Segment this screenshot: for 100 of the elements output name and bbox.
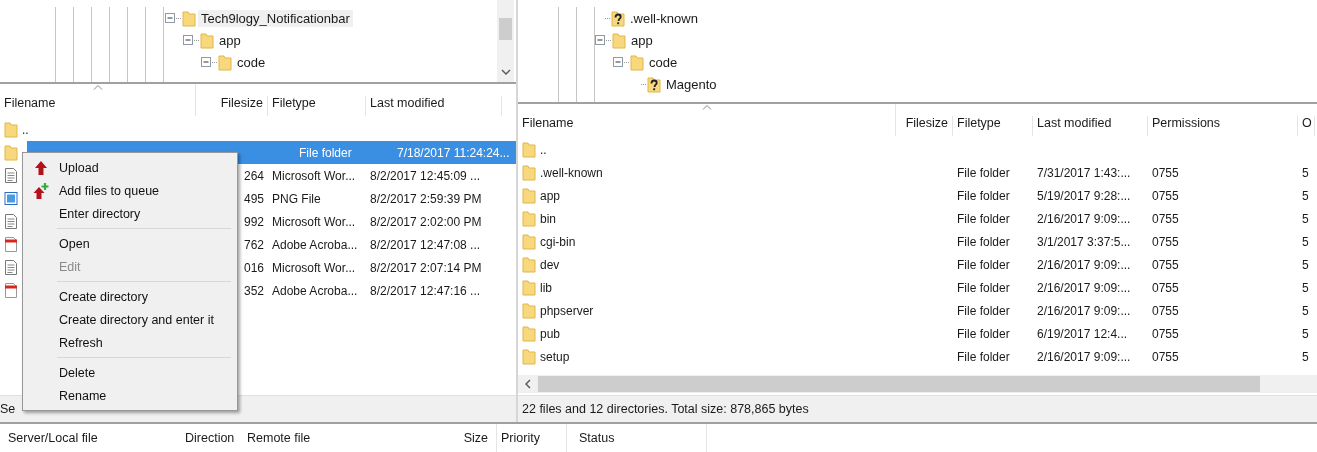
table-cell: 5 bbox=[1302, 165, 1309, 180]
table-cell: 6/19/2017 12:4... bbox=[1037, 326, 1128, 341]
menu-item[interactable]: Create directory bbox=[25, 285, 235, 308]
tree-item[interactable]: app bbox=[216, 31, 244, 49]
horizontal-scrollbar[interactable] bbox=[518, 375, 1317, 393]
menu-item[interactable]: Enter directory bbox=[25, 202, 235, 225]
table-cell: 2/16/2017 9:09:... bbox=[1037, 257, 1131, 272]
menu-item[interactable]: Add files to queue bbox=[25, 179, 235, 202]
column-header[interactable]: Server/Local file bbox=[8, 424, 185, 452]
table-cell: 5 bbox=[1302, 326, 1309, 341]
collapse-icon[interactable] bbox=[183, 34, 194, 46]
collapse-icon[interactable] bbox=[165, 12, 176, 24]
table-cell: File folder bbox=[957, 349, 1010, 364]
tree-item[interactable]: app bbox=[628, 31, 656, 49]
table-cell: 264 bbox=[243, 168, 264, 183]
menu-item[interactable]: Delete bbox=[25, 361, 235, 384]
question-folder-icon bbox=[647, 75, 661, 93]
column-header[interactable]: Filesize bbox=[896, 116, 953, 136]
folder-icon bbox=[4, 121, 18, 138]
column-header[interactable]: Last modified bbox=[366, 96, 502, 116]
tree-item[interactable]: .well-known bbox=[627, 9, 701, 27]
scroll-thumb[interactable] bbox=[499, 18, 512, 40]
tree-item[interactable]: code bbox=[646, 53, 681, 71]
file-name: lib bbox=[540, 280, 552, 295]
column-header[interactable]: Last modified bbox=[1033, 116, 1148, 136]
table-cell: 0755 bbox=[1152, 234, 1179, 249]
tree-item[interactable]: code bbox=[234, 53, 269, 71]
scroll-thumb[interactable] bbox=[538, 376, 1260, 392]
table-cell: 992 bbox=[243, 214, 264, 229]
folder-icon bbox=[522, 325, 536, 342]
tree-item[interactable]: Tech9logy_Notificationbar bbox=[198, 9, 353, 27]
table-cell: File folder bbox=[957, 257, 1010, 272]
table-cell: 0755 bbox=[1152, 257, 1179, 272]
folder-icon bbox=[522, 233, 536, 250]
table-cell: 0755 bbox=[1152, 349, 1179, 364]
table-cell: 0755 bbox=[1152, 303, 1179, 318]
table-cell: 5 bbox=[1302, 188, 1309, 203]
folder-icon bbox=[522, 141, 536, 158]
menu-item[interactable]: Open bbox=[25, 232, 235, 255]
folder-icon bbox=[522, 302, 536, 319]
collapse-icon[interactable] bbox=[613, 56, 624, 68]
table-cell: 8/2/2017 12:47:16 ... bbox=[370, 283, 481, 298]
table-cell: 8/2/2017 12:47:08 ... bbox=[370, 237, 481, 252]
table-cell: File folder bbox=[957, 303, 1010, 318]
column-header[interactable]: Filetype bbox=[953, 116, 1033, 136]
image-file-icon bbox=[4, 190, 18, 207]
folder-icon bbox=[218, 53, 232, 71]
column-header[interactable]: O bbox=[1298, 116, 1315, 136]
table-cell: 0755 bbox=[1152, 165, 1179, 180]
column-header[interactable]: Filesize bbox=[196, 96, 268, 116]
table-cell: 2/16/2017 9:09:... bbox=[1037, 280, 1131, 295]
column-header[interactable]: Status bbox=[567, 424, 707, 452]
tree-item[interactable]: Magento bbox=[663, 75, 720, 93]
table-cell: 2/16/2017 9:09:... bbox=[1037, 211, 1131, 226]
table-cell: 5 bbox=[1302, 257, 1309, 272]
table-cell: File folder bbox=[957, 326, 1010, 341]
folder-icon bbox=[182, 9, 196, 27]
table-cell: Microsoft Wor... bbox=[272, 260, 356, 275]
question-folder-icon bbox=[611, 9, 625, 27]
file-name: app bbox=[540, 188, 561, 203]
table-cell: File folder bbox=[957, 188, 1010, 203]
folder-icon bbox=[522, 164, 536, 181]
column-header[interactable]: Filename bbox=[518, 104, 896, 136]
column-header[interactable]: Permissions bbox=[1148, 116, 1298, 136]
table-cell: 7/31/2017 1:43:... bbox=[1037, 165, 1131, 180]
table-cell: 3/1/2017 3:37:5... bbox=[1037, 234, 1131, 249]
table-cell: Microsoft Wor... bbox=[272, 214, 356, 229]
column-header[interactable]: Size bbox=[437, 424, 497, 452]
column-header[interactable]: Filetype bbox=[268, 96, 366, 116]
folder-icon bbox=[200, 31, 214, 49]
table-cell: Adobe Acroba... bbox=[272, 283, 358, 298]
folder-icon bbox=[522, 348, 536, 365]
menu-item[interactable]: Rename bbox=[25, 384, 235, 407]
table-cell: 7/18/2017 11:24:24... bbox=[397, 145, 510, 160]
collapse-icon[interactable] bbox=[201, 56, 212, 68]
table-cell: 5/19/2017 9:28:... bbox=[1037, 188, 1131, 203]
table-cell: 8/2/2017 2:07:14 PM bbox=[370, 260, 482, 275]
column-header[interactable]: Filename bbox=[0, 84, 196, 116]
column-header[interactable]: Direction bbox=[185, 424, 247, 452]
folder-icon bbox=[522, 279, 536, 296]
table-cell: 0755 bbox=[1152, 280, 1179, 295]
up-arrow-plus-icon bbox=[33, 182, 49, 199]
table-cell: File folder bbox=[957, 211, 1010, 226]
folder-icon bbox=[522, 187, 536, 204]
menu-item[interactable]: Refresh bbox=[25, 331, 235, 354]
column-header[interactable]: Remote file bbox=[247, 424, 437, 452]
pdf-file-icon bbox=[4, 282, 18, 299]
column-header[interactable]: Priority bbox=[497, 424, 567, 452]
table-cell: PNG File bbox=[272, 191, 321, 206]
file-name: .well-known bbox=[540, 165, 603, 180]
file-name: bin bbox=[540, 211, 556, 226]
menu-item[interactable]: Create directory and enter it bbox=[25, 308, 235, 331]
collapse-icon[interactable] bbox=[595, 34, 606, 46]
table-cell: 016 bbox=[243, 260, 264, 275]
table-cell: 762 bbox=[243, 237, 264, 252]
folder-icon bbox=[4, 144, 18, 161]
table-cell: 0755 bbox=[1152, 188, 1179, 203]
table-cell: Adobe Acroba... bbox=[272, 237, 358, 252]
vertical-scrollbar[interactable] bbox=[497, 0, 514, 82]
file-name: dev bbox=[540, 257, 560, 272]
